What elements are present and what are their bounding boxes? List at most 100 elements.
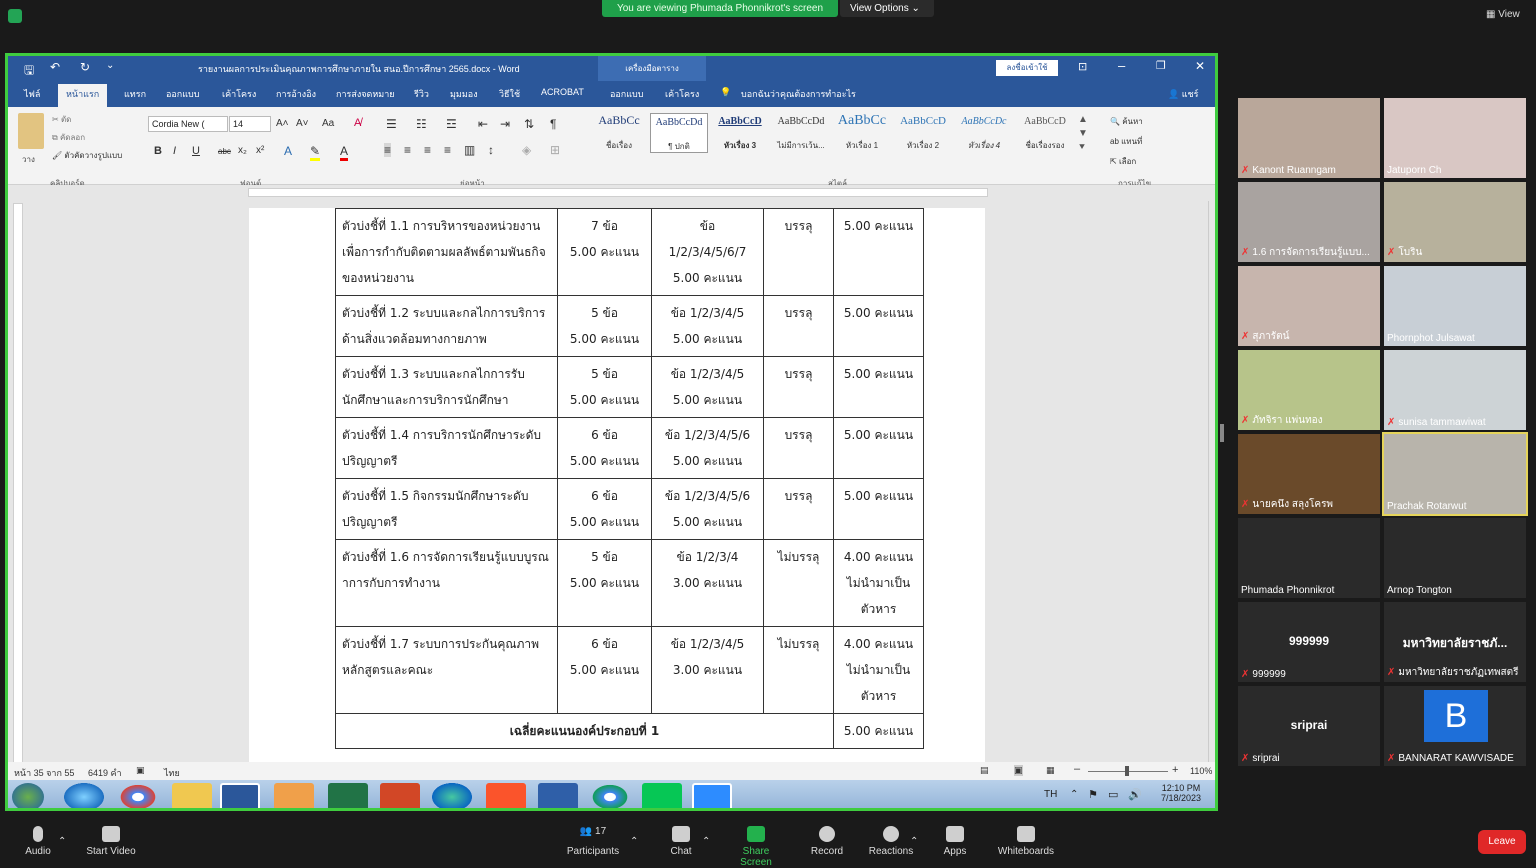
cell-target[interactable]: 5 ข้อ 5.00 คะแนน	[557, 295, 652, 357]
style-heading-3[interactable]: AaBbCcD หัวเรื่อง 3	[711, 113, 769, 153]
media-player-icon[interactable]	[274, 783, 314, 808]
text-effects-icon[interactable]: A	[284, 144, 292, 158]
customize-qat-icon[interactable]: ⌄	[106, 60, 114, 71]
align-right-icon[interactable]: ≡	[424, 143, 431, 157]
subscript-icon[interactable]: x₂	[238, 145, 247, 156]
participant-tile[interactable]: ✗ สุภารัตน์	[1238, 266, 1380, 346]
highlight-icon[interactable]: ✎	[310, 144, 321, 161]
tab-home[interactable]: หน้าแรก	[58, 84, 108, 107]
word-count[interactable]: 6419 คำ	[88, 766, 122, 780]
cell-target[interactable]: 6 ข้อ 5.00 คะแนน	[557, 626, 652, 714]
audio-options-chevron-icon[interactable]: ⌃	[58, 836, 66, 847]
tab-acrobat[interactable]: ACROBAT	[541, 87, 584, 97]
cell-score[interactable]: 5.00 คะแนน	[833, 478, 924, 540]
cell-achieved[interactable]: บรรลุ	[763, 478, 834, 540]
cell-achieved[interactable]: บรรลุ	[763, 417, 834, 479]
cut-button[interactable]: ✂ ตัด	[52, 113, 71, 126]
show-marks-icon[interactable]: ¶	[550, 117, 556, 131]
powerpoint-icon[interactable]	[380, 783, 420, 808]
close-icon[interactable]: ✕	[1195, 59, 1205, 73]
share-screen-button[interactable]: Share Screen	[726, 826, 786, 868]
record-button[interactable]: Record	[808, 826, 846, 857]
read-mode-icon[interactable]: ▤	[980, 765, 989, 776]
zoom-slider-thumb[interactable]	[1125, 766, 1129, 776]
cell-indicator[interactable]: ตัวบ่งชี้ที่ 1.3 ระบบและกลไกการรับนักศึก…	[335, 356, 558, 418]
style-subtitle[interactable]: AaBbCcD ชื่อเรื่องรอง	[1016, 113, 1074, 153]
line-icon[interactable]	[642, 783, 682, 808]
web-layout-icon[interactable]: ▦	[1046, 765, 1055, 776]
cell-score[interactable]: 5.00 คะแนน	[833, 208, 924, 296]
font-size-select[interactable]: 14	[229, 116, 271, 132]
replace-button[interactable]: ab แทนที่	[1110, 135, 1142, 148]
tab-mailings[interactable]: การส่งจดหมาย	[336, 87, 395, 101]
horizontal-ruler[interactable]	[248, 188, 988, 197]
tab-table-design[interactable]: ออกแบบ	[610, 87, 644, 101]
italic-icon[interactable]: I	[173, 145, 176, 157]
display-icon[interactable]: ▭	[1108, 788, 1118, 801]
cell-target[interactable]: 5 ข้อ 5.00 คะแนน	[557, 356, 652, 418]
sort-icon[interactable]: ⇅	[524, 117, 534, 131]
tab-insert[interactable]: แทรก	[124, 87, 146, 101]
styles-scroll-icon[interactable]: ▲ ▼ ⯆	[1078, 113, 1088, 155]
style-normal[interactable]: AaBbCcDd ¶ ปกติ	[650, 113, 708, 153]
borders-icon[interactable]: ⊞	[550, 143, 560, 157]
participant-tile[interactable]: ✗ 1.6 การจัดการเรียนรู้แบบ...	[1238, 182, 1380, 262]
cell-result[interactable]: ข้อ 1/2/3/4/5 5.00 คะแนน	[651, 295, 764, 357]
view-options-button[interactable]: View Options ⌄	[840, 0, 934, 17]
style-heading-1[interactable]: AaBbCc หัวเรื่อง 1	[833, 113, 891, 153]
clear-formatting-icon[interactable]: A̸	[354, 117, 361, 129]
sign-in-button[interactable]: ลงชื่อเข้าใช้	[996, 60, 1058, 76]
participant-tile[interactable]: ✗ sunisa tammawiwat	[1384, 350, 1526, 430]
apps-button[interactable]: Apps	[940, 826, 970, 857]
participant-tile[interactable]: 999999 ✗ 999999	[1238, 602, 1380, 682]
participant-tile[interactable]: Prachak Rotarwut	[1382, 432, 1528, 516]
participant-tile[interactable]: ✗ โบริน	[1384, 182, 1526, 262]
leave-button[interactable]: Leave	[1478, 830, 1526, 854]
bullets-icon[interactable]: ☰	[386, 117, 397, 131]
cell-target[interactable]: 5 ข้อ 5.00 คะแนน	[557, 539, 652, 627]
volume-icon[interactable]: 🔊	[1128, 788, 1142, 801]
underline-icon[interactable]: U	[192, 145, 200, 157]
document-page[interactable]: ตัวบ่งชี้ที่ 1.1 การบริหารของหน่วยงานเพื…	[249, 208, 985, 766]
cell-score[interactable]: 5.00 คะแนน	[833, 295, 924, 357]
cell-achieved[interactable]: บรรลุ	[763, 356, 834, 418]
chat-chevron-icon[interactable]: ⌃	[702, 836, 710, 847]
print-layout-icon[interactable]: ▣	[1014, 765, 1023, 776]
visio-icon[interactable]	[538, 783, 578, 808]
justify-icon[interactable]: ≡	[444, 143, 451, 157]
vertical-ruler[interactable]	[13, 203, 23, 763]
style-no-spacing[interactable]: AaBbCcDd ไม่มีการเว้น...	[772, 113, 830, 153]
edge-icon[interactable]	[432, 783, 472, 808]
file-explorer-icon[interactable]	[172, 783, 212, 808]
strikethrough-icon[interactable]: abc	[218, 147, 231, 156]
ribbon-display-icon[interactable]: ⊡	[1078, 60, 1087, 73]
chrome-icon[interactable]	[118, 783, 158, 808]
word-taskbar-icon[interactable]	[220, 783, 260, 808]
participants-button[interactable]: 👥 17 Participants	[562, 826, 624, 857]
bold-icon[interactable]: B	[154, 145, 162, 157]
tab-help[interactable]: วิธีใช้	[499, 87, 520, 101]
align-left-icon[interactable]: ≡	[384, 143, 392, 157]
participant-tile[interactable]: B ✗ BANNARAT KAWVISADE	[1384, 686, 1526, 766]
internet-explorer-icon[interactable]	[64, 783, 104, 808]
chat-button[interactable]: Chat	[664, 826, 698, 857]
participant-tile[interactable]: sriprai ✗ sriprai	[1238, 686, 1380, 766]
network-icon[interactable]: ⚑	[1088, 788, 1098, 801]
zoom-out-icon[interactable]: –	[1074, 763, 1080, 775]
start-button-icon[interactable]	[12, 783, 44, 808]
cell-score[interactable]: 4.00 คะแนน ไม่นำมาเป็นตัวหาร	[833, 539, 924, 627]
cell-achieved[interactable]: บรรลุ	[763, 208, 834, 296]
clock[interactable]: 12:10 PM 7/18/2023	[1156, 783, 1206, 803]
audio-button[interactable]: Audio	[20, 826, 56, 857]
decrease-indent-icon[interactable]: ⇤	[478, 117, 488, 131]
participant-tile[interactable]: Phornphot Julsawat	[1384, 266, 1526, 346]
line-spacing-icon[interactable]: ↕	[488, 143, 494, 157]
participant-tile[interactable]: Phumada Phonnikrot	[1238, 518, 1380, 598]
cell-score[interactable]: 5.00 คะแนน	[833, 417, 924, 479]
tab-table-layout[interactable]: เค้าโครง	[665, 87, 699, 101]
zoom-level[interactable]: 110%	[1190, 766, 1212, 776]
shrink-font-icon[interactable]: A˅	[296, 118, 309, 129]
tab-review[interactable]: รีวิว	[414, 87, 429, 101]
chrome-profile-icon[interactable]	[590, 783, 630, 808]
cell-indicator[interactable]: ตัวบ่งชี้ที่ 1.4 การบริการนักศึกษาระดับป…	[335, 417, 558, 479]
